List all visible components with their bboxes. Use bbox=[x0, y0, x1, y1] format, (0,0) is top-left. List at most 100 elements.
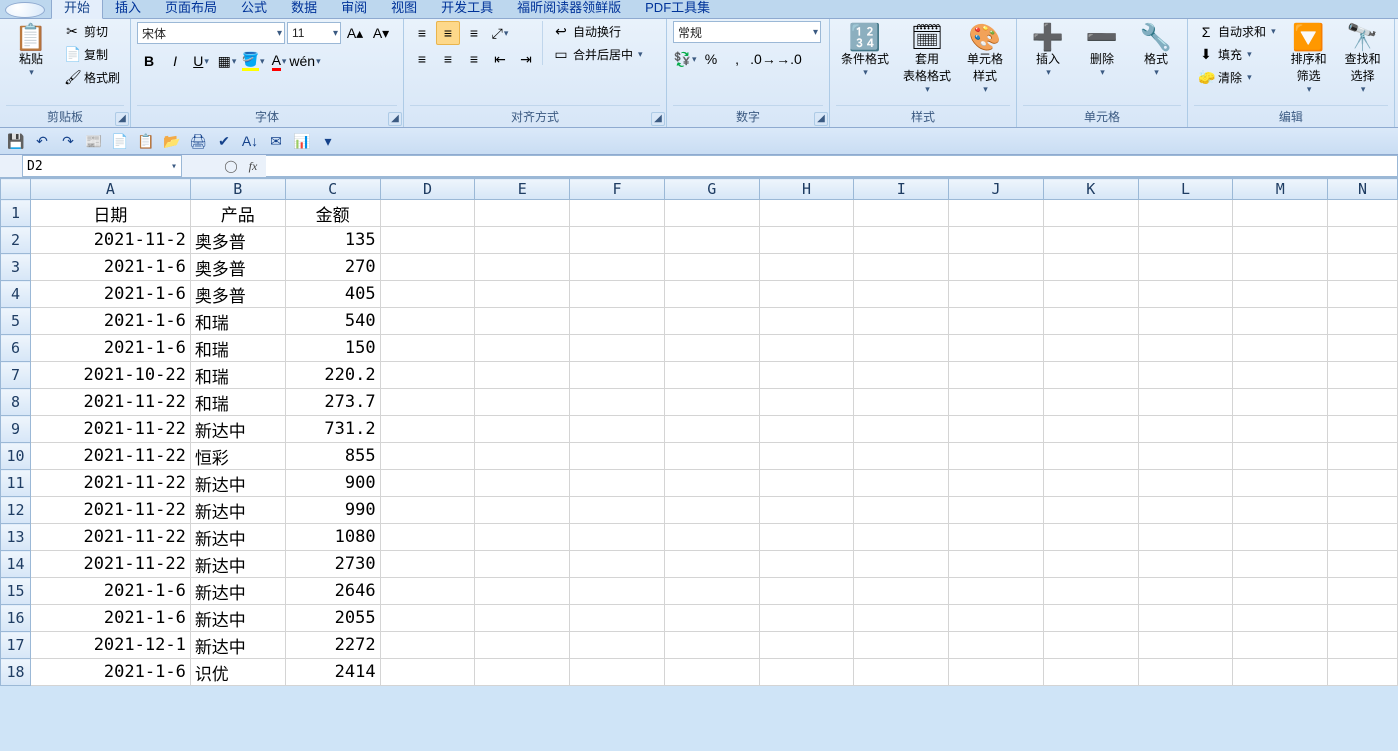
cell-K10[interactable] bbox=[1043, 443, 1138, 470]
cell-C18[interactable]: 2414 bbox=[285, 659, 380, 686]
cell-D1[interactable] bbox=[380, 200, 475, 227]
cell-D18[interactable] bbox=[380, 659, 475, 686]
cell-K8[interactable] bbox=[1043, 389, 1138, 416]
cell-M15[interactable] bbox=[1233, 578, 1328, 605]
cell-E1[interactable] bbox=[475, 200, 570, 227]
cell-N17[interactable] bbox=[1328, 632, 1398, 659]
cell-F9[interactable] bbox=[570, 416, 665, 443]
col-header-D[interactable]: D bbox=[380, 179, 475, 200]
cell-J9[interactable] bbox=[949, 416, 1044, 443]
cell-F8[interactable] bbox=[570, 389, 665, 416]
cell-K18[interactable] bbox=[1043, 659, 1138, 686]
cell-I13[interactable] bbox=[854, 524, 949, 551]
col-header-I[interactable]: I bbox=[854, 179, 949, 200]
cell-L14[interactable] bbox=[1138, 551, 1233, 578]
cell-E5[interactable] bbox=[475, 308, 570, 335]
comma-button[interactable]: , bbox=[725, 47, 749, 71]
cell-H3[interactable] bbox=[759, 254, 854, 281]
cell-C15[interactable]: 2646 bbox=[285, 578, 380, 605]
cell-N10[interactable] bbox=[1328, 443, 1398, 470]
borders-button[interactable]: ▦▾ bbox=[215, 49, 239, 73]
format-as-table-button[interactable]: 🗓 套用 表格格式 ▾ bbox=[898, 21, 956, 98]
cell-H4[interactable] bbox=[759, 281, 854, 308]
row-header-15[interactable]: 15 bbox=[1, 578, 31, 605]
cell-G1[interactable] bbox=[664, 200, 759, 227]
cell-L13[interactable] bbox=[1138, 524, 1233, 551]
cell-B3[interactable]: 奥多普 bbox=[190, 254, 285, 281]
percent-button[interactable]: % bbox=[699, 47, 723, 71]
cell-B13[interactable]: 新达中 bbox=[190, 524, 285, 551]
cell-N18[interactable] bbox=[1328, 659, 1398, 686]
cell-N2[interactable] bbox=[1328, 227, 1398, 254]
cell-C16[interactable]: 2055 bbox=[285, 605, 380, 632]
print-preview-button[interactable]: 📰 bbox=[84, 131, 104, 151]
cell-C14[interactable]: 2730 bbox=[285, 551, 380, 578]
cell-N8[interactable] bbox=[1328, 389, 1398, 416]
cell-I6[interactable] bbox=[854, 335, 949, 362]
cell-K16[interactable] bbox=[1043, 605, 1138, 632]
align-right-button[interactable]: ≡ bbox=[462, 47, 486, 71]
cell-J15[interactable] bbox=[949, 578, 1044, 605]
cell-H6[interactable] bbox=[759, 335, 854, 362]
tab-1[interactable]: 插入 bbox=[103, 0, 153, 18]
cell-B1[interactable]: 产品 bbox=[190, 200, 285, 227]
cell-C7[interactable]: 220.2 bbox=[285, 362, 380, 389]
cell-I8[interactable] bbox=[854, 389, 949, 416]
cell-G7[interactable] bbox=[664, 362, 759, 389]
cell-D10[interactable] bbox=[380, 443, 475, 470]
cell-A9[interactable]: 2021-11-22 bbox=[30, 416, 190, 443]
cell-C9[interactable]: 731.2 bbox=[285, 416, 380, 443]
cell-M8[interactable] bbox=[1233, 389, 1328, 416]
col-header-J[interactable]: J bbox=[949, 179, 1044, 200]
row-header-16[interactable]: 16 bbox=[1, 605, 31, 632]
cell-F5[interactable] bbox=[570, 308, 665, 335]
cell-I12[interactable] bbox=[854, 497, 949, 524]
cell-F12[interactable] bbox=[570, 497, 665, 524]
cell-H12[interactable] bbox=[759, 497, 854, 524]
cell-A16[interactable]: 2021-1-6 bbox=[30, 605, 190, 632]
cell-H1[interactable] bbox=[759, 200, 854, 227]
align-left-button[interactable]: ≡ bbox=[410, 47, 434, 71]
cell-F6[interactable] bbox=[570, 335, 665, 362]
cell-B7[interactable]: 和瑞 bbox=[190, 362, 285, 389]
cell-G16[interactable] bbox=[664, 605, 759, 632]
cell-C2[interactable]: 135 bbox=[285, 227, 380, 254]
cell-E17[interactable] bbox=[475, 632, 570, 659]
name-box[interactable]: D2 ▾ bbox=[22, 155, 182, 177]
cell-D16[interactable] bbox=[380, 605, 475, 632]
cell-K2[interactable] bbox=[1043, 227, 1138, 254]
col-header-C[interactable]: C bbox=[285, 179, 380, 200]
dialog-launcher-alignment[interactable]: ◢ bbox=[651, 112, 665, 126]
tab-5[interactable]: 审阅 bbox=[329, 0, 379, 18]
cell-B12[interactable]: 新达中 bbox=[190, 497, 285, 524]
col-header-F[interactable]: F bbox=[570, 179, 665, 200]
cell-N3[interactable] bbox=[1328, 254, 1398, 281]
cell-I10[interactable] bbox=[854, 443, 949, 470]
cell-G13[interactable] bbox=[664, 524, 759, 551]
accounting-button[interactable]: 💱▾ bbox=[673, 47, 697, 71]
dialog-launcher-clipboard[interactable]: ◢ bbox=[115, 112, 129, 126]
cell-M17[interactable] bbox=[1233, 632, 1328, 659]
cell-A5[interactable]: 2021-1-6 bbox=[30, 308, 190, 335]
cell-D17[interactable] bbox=[380, 632, 475, 659]
col-header-G[interactable]: G bbox=[664, 179, 759, 200]
col-header-E[interactable]: E bbox=[475, 179, 570, 200]
cell-N15[interactable] bbox=[1328, 578, 1398, 605]
clear-button[interactable]: 🧽 清除▾ bbox=[1194, 67, 1280, 88]
sort-asc-button[interactable]: A↓ bbox=[240, 131, 260, 151]
cell-N12[interactable] bbox=[1328, 497, 1398, 524]
cell-D14[interactable] bbox=[380, 551, 475, 578]
italic-button[interactable]: I bbox=[163, 49, 187, 73]
cell-E12[interactable] bbox=[475, 497, 570, 524]
tab-4[interactable]: 数据 bbox=[279, 0, 329, 18]
cell-H11[interactable] bbox=[759, 470, 854, 497]
new-button[interactable]: 📄 bbox=[110, 131, 130, 151]
cell-G11[interactable] bbox=[664, 470, 759, 497]
cell-F1[interactable] bbox=[570, 200, 665, 227]
col-header-M[interactable]: M bbox=[1233, 179, 1328, 200]
cut-button[interactable]: ✂ 剪切 bbox=[60, 21, 124, 42]
wrap-text-button[interactable]: ↩ 自动换行 bbox=[549, 21, 647, 42]
underline-button[interactable]: U▾ bbox=[189, 49, 213, 73]
col-header-B[interactable]: B bbox=[190, 179, 285, 200]
cell-C12[interactable]: 990 bbox=[285, 497, 380, 524]
